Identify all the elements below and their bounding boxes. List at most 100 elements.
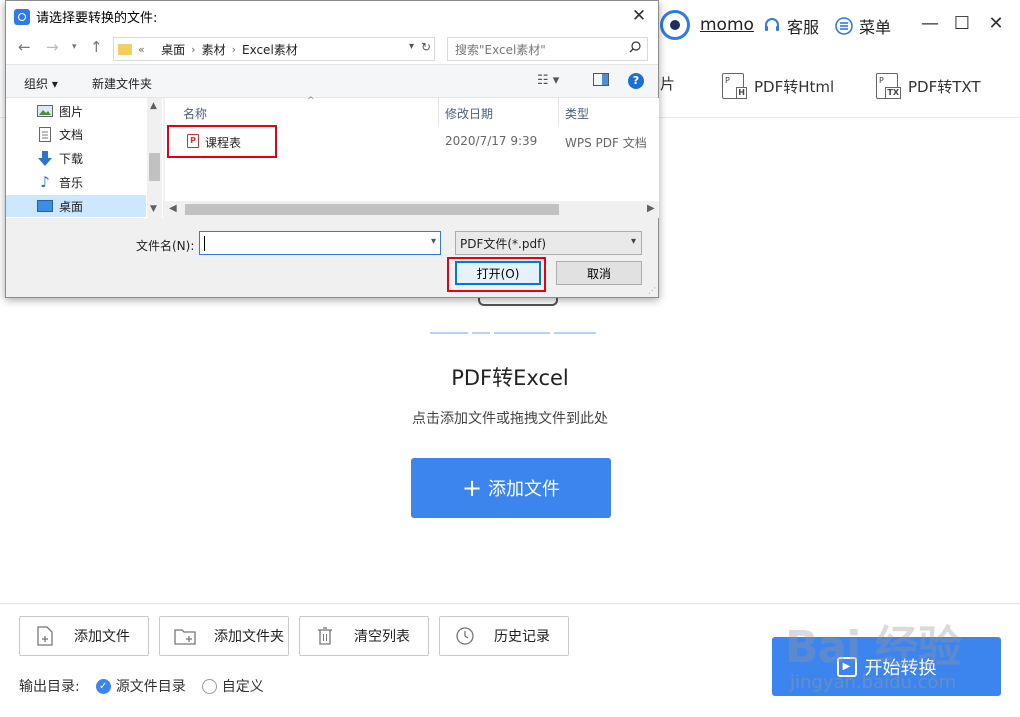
minimize-button[interactable]: — [918,12,942,36]
search-input[interactable]: 搜索"Excel素材" [447,37,648,61]
filetype-value: PDF文件(*.pdf) [460,236,547,251]
radio-custom-dir[interactable]: 自定义 [201,676,264,696]
scroll-up-icon[interactable]: ▲ [150,101,157,111]
maximize-button[interactable]: ☐ [950,12,974,36]
avatar[interactable] [660,10,690,40]
breadcrumb-prefix: « [138,42,145,56]
file-hscrollbar[interactable]: ◀ ▶ [165,201,659,218]
pdf-file-icon: P [187,134,199,148]
dialog-command-bar: 组织 ▾ 新建文件夹 ☷ ▾ ? [6,64,658,98]
organize-menu[interactable]: 组织 ▾ [24,75,58,92]
column-header-type[interactable]: 类型 [565,105,589,122]
trash-icon [314,625,336,647]
scroll-thumb[interactable] [185,204,559,215]
refresh-icon[interactable]: ↻ [421,40,431,54]
tab-label: 片 [660,75,676,93]
help-icon[interactable]: ? [628,73,644,89]
dialog-title-bar: 请选择要转换的文件: ✕ [6,1,658,32]
history-clock-icon [454,625,476,647]
add-folder-button[interactable]: 添加文件夹 [159,616,289,656]
button-label: 清空列表 [354,629,410,645]
headset-icon [762,16,782,36]
column-header-name[interactable]: 名称 [183,105,207,122]
up-arrow-icon[interactable]: ↑ [90,38,103,56]
file-modified: 2020/7/17 9:39 [445,134,538,148]
tab-pdf-to-html[interactable]: PH PDF转Html [722,73,834,99]
customer-service-label: 客服 [787,18,820,37]
pdf-html-icon: PH [722,73,747,99]
username-link[interactable]: momo [700,15,754,35]
breadcrumb-item[interactable]: 桌面 [161,41,185,58]
tab-pdf-to-txt[interactable]: P TX PDF转TXT [876,73,981,99]
radio-label: 自定义 [221,679,264,695]
nav-item-pictures[interactable]: 图片 [6,100,146,122]
scroll-right-icon[interactable]: ▶ [647,203,655,214]
desktop-icon [37,199,53,213]
nav-scrollbar[interactable]: ▲ ▼ [147,98,162,218]
button-label: 添加文件 [74,629,130,645]
open-file-dialog: 请选择要转换的文件: ✕ ← → ▾ ↑ « › 桌面 › 素材 › Excel… [5,0,659,298]
open-button[interactable]: 打开(O) [455,261,541,285]
navigation-pane: 图片 文档 下载 ♪ 音乐 桌面 ▲ ▼ [6,98,163,218]
add-file-label: 添加文件 [488,479,561,500]
radio-label: 源文件目录 [115,679,186,695]
file-row[interactable]: P 课程表 2020/7/17 9:39 WPS PDF 文档 [165,130,659,152]
pictures-icon [37,104,53,118]
dialog-close-button[interactable]: ✕ [628,5,650,27]
conversion-title: PDF转Excel [451,366,569,390]
baidu-watermark: Bai 经验 [785,622,962,673]
column-header-modified[interactable]: 修改日期 [445,105,493,122]
filetype-select[interactable]: PDF文件(*.pdf) ▾ [455,231,642,255]
tab-label: PDF转TXT [908,77,981,96]
radio-unchecked-icon [201,678,217,694]
close-button[interactable]: ✕ [984,12,1008,36]
file-list-pane: 名称 ^ 修改日期 类型 P 课程表 2020/7/17 9:39 WPS PD… [165,96,659,218]
tab-pdf-to-image[interactable]: 片 [660,73,675,94]
customer-service-button[interactable]: 客服 [762,14,819,38]
menu-label: 菜单 [859,18,892,37]
nav-item-documents[interactable]: 文档 [6,123,146,145]
radio-checked-icon: ✓ [95,678,111,694]
music-icon: ♪ [40,173,50,191]
pdf-txt-icon: P TX [876,73,901,99]
baidu-watermark-url: jingyan.baidu.com [790,672,957,693]
file-type: WPS PDF 文档 [565,136,647,150]
chevron-down-icon: ▾ [630,236,636,247]
chevron-right-icon: › [191,42,196,56]
back-arrow-icon[interactable]: ← [18,38,31,56]
menu-list-icon [834,16,854,36]
forward-arrow-icon[interactable]: → [46,38,59,56]
resize-grip-icon[interactable]: ⋰ [648,286,656,295]
history-button[interactable]: 历史记录 [439,616,569,656]
tab-label: PDF转Html [754,77,835,96]
view-options-icon[interactable]: ☷ ▾ [537,73,559,88]
dialog-button-row: 打开(O) 取消 [6,261,658,291]
clear-list-button[interactable]: 清空列表 [299,616,429,656]
recent-dropdown-icon[interactable]: ▾ [72,42,77,52]
nav-item-downloads[interactable]: 下载 [6,147,146,169]
breadcrumb-item[interactable]: Excel素材 [242,41,298,58]
new-folder-button[interactable]: 新建文件夹 [92,75,152,92]
nav-item-desktop[interactable]: 桌面 [6,195,146,217]
search-placeholder: 搜索"Excel素材" [455,42,546,57]
drop-hint: 点击添加文件或拖拽文件到此处 [412,411,608,427]
chevron-down-icon[interactable]: ▾ [409,41,414,52]
address-bar[interactable]: « › 桌面 › 素材 › Excel素材 ▾ ↻ [113,37,435,61]
nav-item-music[interactable]: ♪ 音乐 [6,171,146,193]
scroll-down-icon[interactable]: ▼ [150,204,157,214]
add-file-button[interactable]: + 添加文件 [411,458,611,518]
filename-input[interactable]: ▾ [199,231,441,255]
scroll-left-icon[interactable]: ◀ [169,203,177,214]
add-file-bottom-button[interactable]: 添加文件 [19,616,149,656]
radio-source-dir[interactable]: ✓ 源文件目录 [95,676,186,696]
chevron-down-icon[interactable]: ▾ [431,236,436,247]
user-area[interactable]: momo [660,10,754,40]
dialog-title: 请选择要转换的文件: [36,11,158,26]
download-icon [37,150,53,166]
dialog-nav-row: ← → ▾ ↑ « › 桌面 › 素材 › Excel素材 ▾ ↻ 搜索"Exc… [6,32,658,64]
cancel-button[interactable]: 取消 [556,261,642,285]
menu-button[interactable]: 菜单 [834,14,891,38]
preview-pane-icon[interactable] [593,73,609,90]
breadcrumb-item[interactable]: 素材 [202,41,226,58]
scroll-thumb[interactable] [149,153,160,181]
